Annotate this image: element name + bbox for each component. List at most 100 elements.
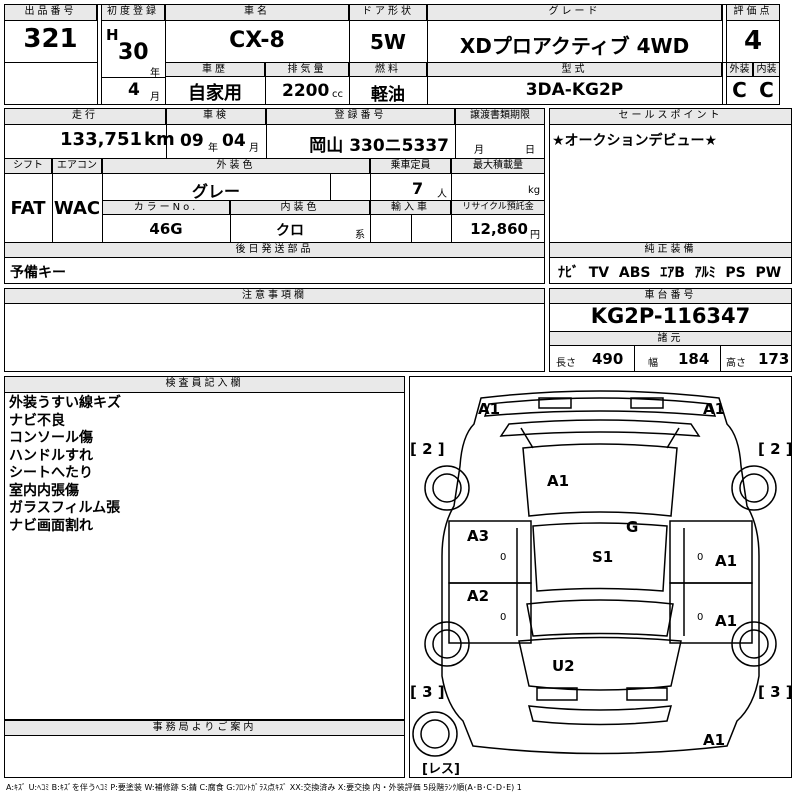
damage-mark: A3: [467, 527, 490, 545]
damage-mark: S1: [592, 548, 614, 566]
capacity-label: 乗車定員: [370, 158, 451, 174]
height: 173: [758, 350, 790, 368]
zero-mark: 0: [697, 552, 704, 563]
spec-label: 諸元: [549, 331, 792, 346]
recycle-label: リサイクル預託金: [451, 200, 545, 215]
inspector-line: ナビ不良: [9, 412, 65, 429]
ext-grade-label: 外装: [726, 62, 753, 77]
first-reg-year: 30: [118, 40, 149, 65]
int-grade-label: 内装: [753, 62, 780, 77]
ext-color-label: 外装色: [102, 158, 370, 174]
parts-value: 予備キー: [10, 265, 66, 281]
damage-mark: A1: [703, 400, 726, 418]
max-load-label: 最大積載量: [451, 158, 545, 174]
zero-mark: 0: [697, 612, 704, 623]
sales-point: ★オークションデビュー★: [552, 133, 718, 149]
tire-bracket: [ 2 ]: [410, 440, 445, 458]
inspector-label: 検査員記入欄: [4, 376, 405, 393]
ext-grade: C: [732, 78, 747, 102]
ext-color: グレー: [191, 182, 240, 201]
width: 184: [678, 350, 710, 368]
model: 3DA-KG2P: [525, 80, 624, 100]
first-reg-month: 4: [128, 80, 140, 100]
damage-mark: A1: [478, 400, 501, 418]
inspector-line: ハンドルすれ: [9, 447, 93, 464]
chassis-number: KG2P-116347: [590, 304, 751, 328]
tire-bracket: [ 2 ]: [758, 440, 793, 458]
import-label: 輸入車: [370, 200, 451, 215]
shift: FAT: [10, 198, 46, 219]
era: H: [106, 26, 119, 44]
height-label: 高さ: [726, 358, 746, 369]
length-label: 長さ: [556, 358, 576, 369]
tire-bracket: [ 3 ]: [758, 683, 793, 701]
capacity-unit: 人: [437, 189, 447, 200]
int-color: クロ: [276, 223, 304, 239]
max-load-unit: kg: [528, 185, 541, 196]
damage-mark: A1: [715, 552, 738, 570]
lot-number-label: 出品番号: [4, 4, 97, 21]
legend: A:ｷｽﾞ U:ﾍｺﾐ B:ｷｽﾞを伴うﾍｺﾐ P:要塗装 W:補修跡 S:錆 …: [6, 783, 522, 792]
mileage-unit: km: [144, 129, 175, 150]
displacement-label: 排気量: [265, 62, 349, 77]
damage-mark: A1: [547, 472, 570, 490]
reg-no: 岡山 330ニ5337: [309, 136, 449, 156]
model-label: 型式: [427, 62, 722, 77]
capacity: 7: [412, 179, 424, 198]
car-name-label: 車名: [165, 4, 349, 21]
ac: WAC: [53, 198, 101, 219]
color-no-label: カラーNo.: [102, 200, 230, 215]
mileage-label: 走行: [4, 108, 166, 125]
office-label: 事務局よりご案内: [4, 720, 405, 736]
damage-mark: A1: [715, 612, 738, 630]
insp-month-unit: 月: [249, 143, 259, 154]
spare-label: [レス]: [422, 762, 460, 777]
zero-mark: 0: [500, 612, 507, 623]
lot-number: 321: [23, 24, 78, 54]
grade: XDプロアクティブ 4WD: [459, 34, 690, 58]
displacement: 2200: [282, 81, 330, 101]
inspector-line: ガラスフィルム張: [9, 500, 121, 516]
equipment-value: ﾅﾋﾞ TV ABS ｴｱB ｱﾙﾐ PS PW: [558, 265, 782, 281]
displacement-unit: cc: [332, 89, 343, 100]
chassis-label: 車台番号: [549, 288, 792, 304]
notes-label: 注意事項欄: [4, 288, 545, 304]
int-grade: C: [759, 78, 774, 102]
insp-year-unit: 年: [208, 143, 218, 154]
inspector-notes: 外装うすい線キズ ナビ不良 コンソール傷 ハンドルすれ シートへたり 室内内張傷…: [9, 395, 121, 535]
mileage: 133,751: [60, 129, 142, 150]
int-color-label: 内装色: [230, 200, 370, 215]
int-color-unit: 系: [355, 230, 365, 241]
transfer-label: 譲渡書類期限: [455, 108, 545, 125]
car-name: CX-8: [229, 28, 285, 53]
transfer-day-unit: 日: [525, 145, 535, 156]
zero-mark: 0: [500, 552, 507, 563]
color-no: 46G: [149, 220, 183, 238]
damage-mark: U2: [552, 657, 575, 675]
inspector-line: シートへたり: [9, 465, 93, 481]
fuel: 軽油: [371, 85, 405, 105]
history: 自家用: [188, 83, 242, 104]
width-label: 幅: [648, 358, 658, 369]
ac-label: エアコン: [52, 158, 102, 174]
first-reg-label: 初度登録: [101, 4, 165, 21]
score: 4: [743, 26, 763, 56]
damage-mark: A1: [703, 731, 726, 749]
recycle-unit: 円: [530, 230, 540, 241]
length: 490: [592, 350, 624, 368]
inspector-line: 外装うすい線キズ: [9, 395, 121, 411]
tire-bracket: [ 3 ]: [410, 683, 445, 701]
parts-label: 後日発送部品: [4, 242, 545, 258]
reg-no-label: 登録番号: [266, 108, 455, 125]
inspection-label: 車検: [166, 108, 266, 125]
history-label: 車歴: [165, 62, 265, 77]
insp-month: 04: [222, 131, 246, 151]
score-label: 評価点: [726, 4, 780, 21]
grade-label: グレード: [427, 4, 722, 21]
door-label: ドア形状: [349, 4, 427, 21]
recycle-fee: 12,860: [470, 220, 528, 238]
inspector-line: ナビ画面割れ: [9, 517, 93, 534]
door-type: 5W: [370, 30, 406, 54]
inspector-line: 室内内張傷: [9, 482, 79, 499]
transfer-month-unit: 月: [474, 145, 484, 156]
